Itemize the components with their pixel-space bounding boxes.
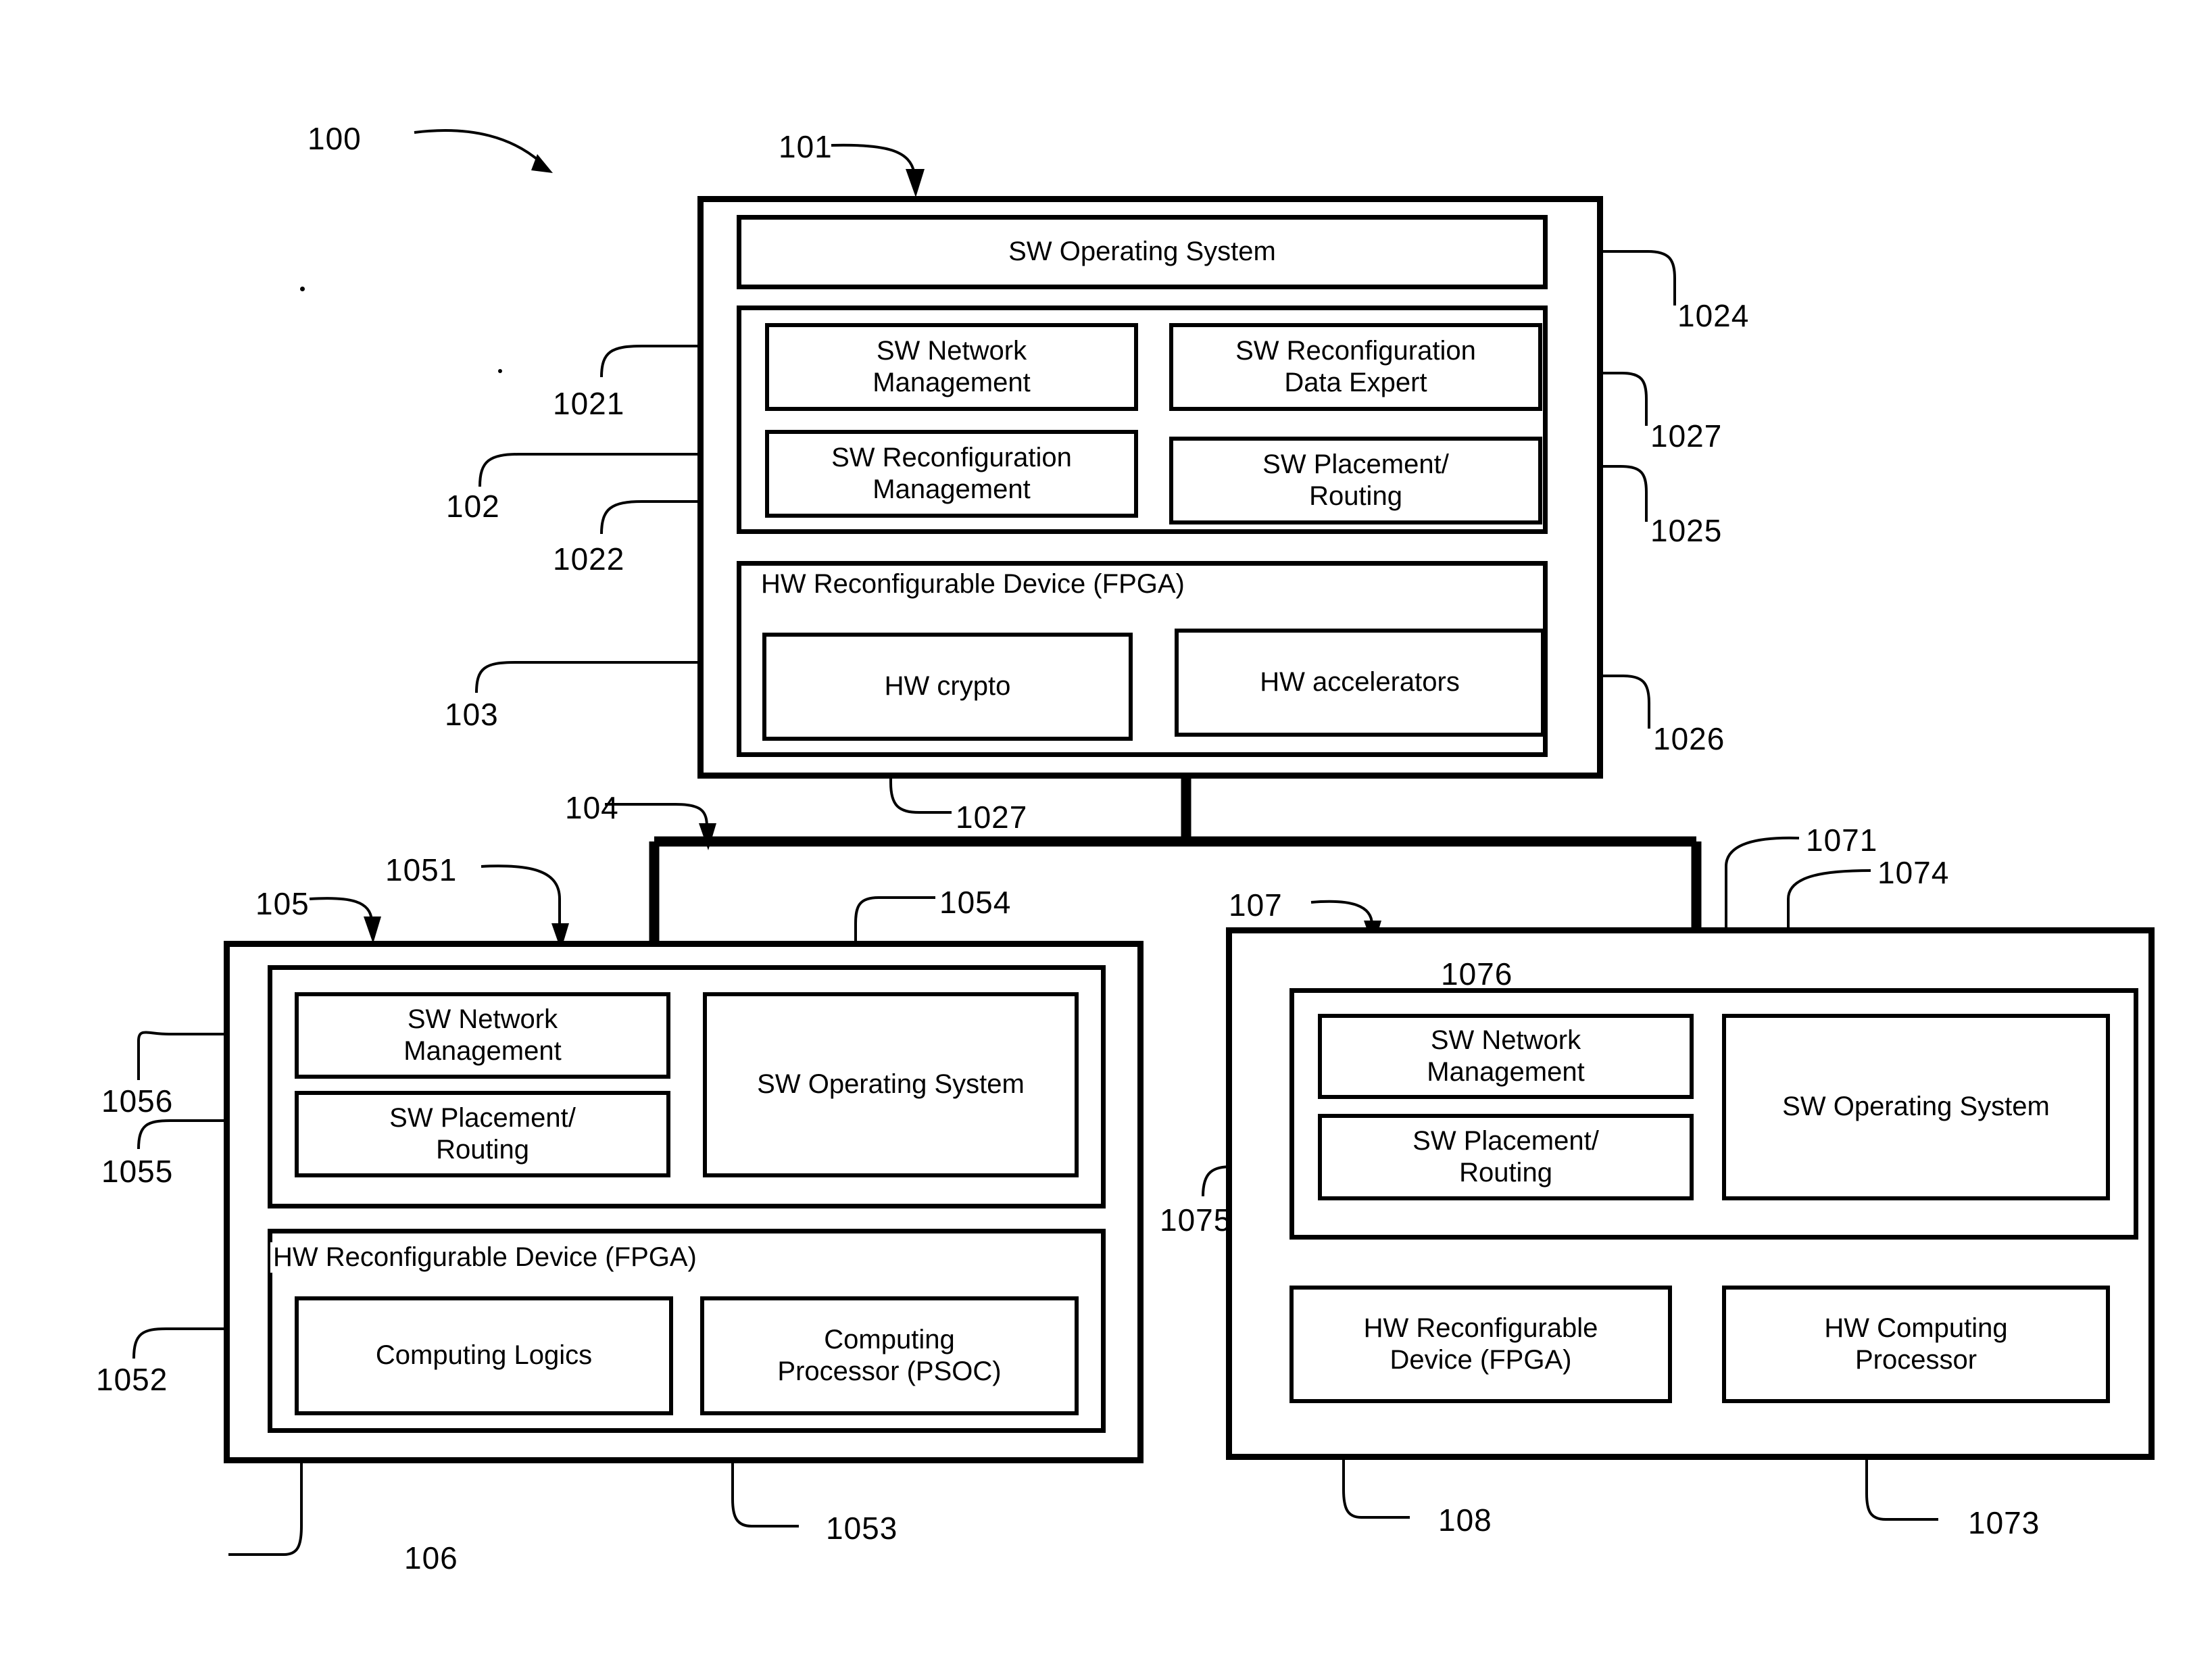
ref-107: 107 bbox=[1229, 887, 1283, 923]
ref-1022: 1022 bbox=[553, 541, 625, 577]
ref-1056: 1056 bbox=[101, 1083, 174, 1119]
left-node-hw-fpga-title: HW Reconfigurable Device (FPGA) bbox=[270, 1242, 699, 1273]
right-node-sw-network-management-label: SW Network Management bbox=[1427, 1025, 1585, 1087]
left-node-computing-processor-label: Computing Processor (PSOC) bbox=[777, 1324, 1002, 1386]
ref-100: 100 bbox=[308, 121, 362, 156]
arrowhead-105 bbox=[364, 916, 381, 944]
ref-1054: 1054 bbox=[939, 885, 1012, 920]
leader-107 bbox=[1310, 900, 1373, 925]
leader-103 bbox=[475, 661, 716, 693]
ref-1071: 1071 bbox=[1806, 823, 1878, 858]
leader-105 bbox=[309, 897, 373, 921]
ref-1074: 1074 bbox=[1877, 855, 1950, 890]
left-node-sw-placement-routing-box[interactable]: SW Placement/ Routing bbox=[295, 1091, 670, 1177]
ref-103: 103 bbox=[445, 697, 499, 732]
left-node-computing-processor-box[interactable]: Computing Processor (PSOC) bbox=[700, 1296, 1079, 1415]
ref-1076: 1076 bbox=[1441, 956, 1513, 992]
leader-1051 bbox=[481, 864, 561, 927]
master-hw-fpga-title: HW Reconfigurable Device (FPGA) bbox=[758, 569, 1187, 600]
leader-104 bbox=[605, 803, 708, 828]
right-node-sw-network-management-box[interactable]: SW Network Management bbox=[1318, 1014, 1694, 1099]
ref-101: 101 bbox=[779, 129, 833, 164]
master-hw-accelerators-label: HW accelerators bbox=[1260, 667, 1460, 698]
ref-1025: 1025 bbox=[1650, 513, 1723, 548]
ref-1075: 1075 bbox=[1160, 1202, 1232, 1238]
right-node-hw-fpga-box[interactable]: HW Reconfigurable Device (FPGA) bbox=[1289, 1286, 1672, 1403]
left-node-sw-network-management-box[interactable]: SW Network Management bbox=[295, 992, 670, 1079]
master-hw-accelerators-box[interactable]: HW accelerators bbox=[1175, 629, 1545, 737]
ref-105: 105 bbox=[255, 886, 310, 921]
leader-102 bbox=[478, 453, 716, 487]
master-hw-crypto-label: HW crypto bbox=[884, 671, 1011, 702]
master-hw-crypto-box[interactable]: HW crypto bbox=[762, 633, 1133, 741]
left-node-computing-logics-label: Computing Logics bbox=[375, 1340, 593, 1371]
right-node-sw-operating-system-box[interactable]: SW Operating System bbox=[1722, 1014, 2110, 1200]
ref-1026: 1026 bbox=[1653, 721, 1725, 756]
ref-1055: 1055 bbox=[101, 1154, 174, 1189]
left-node-sw-os-label: SW Operating System bbox=[757, 1069, 1025, 1100]
ref-108: 108 bbox=[1438, 1502, 1492, 1538]
leader-101 bbox=[831, 143, 916, 175]
ref-102: 102 bbox=[446, 489, 500, 524]
master-sw-operating-system-box[interactable]: SW Operating System bbox=[737, 215, 1548, 289]
master-sw-os-label: SW Operating System bbox=[1008, 237, 1276, 267]
master-sw-placement-routing-box[interactable]: SW Placement/ Routing bbox=[1169, 437, 1542, 524]
ref-1053: 1053 bbox=[826, 1511, 898, 1546]
arrowhead-101 bbox=[906, 169, 925, 197]
ref-106: 106 bbox=[404, 1540, 458, 1575]
ref-1051: 1051 bbox=[385, 852, 458, 887]
master-sw-network-management-label: SW Network Management bbox=[872, 335, 1031, 397]
scan-speck bbox=[300, 287, 305, 291]
right-node-hw-fpga-label: HW Reconfigurable Device (FPGA) bbox=[1363, 1313, 1598, 1375]
ref-1052: 1052 bbox=[96, 1362, 168, 1397]
scan-speck bbox=[498, 369, 502, 373]
master-sw-reconfiguration-management-box[interactable]: SW Reconfiguration Management bbox=[765, 430, 1138, 518]
figure-canvas: SW Operating System SW Network Managemen… bbox=[0, 0, 2212, 1662]
master-sw-reconfig-data-expert-label: SW Reconfiguration Data Expert bbox=[1235, 335, 1476, 397]
master-sw-reconfiguration-data-expert-box[interactable]: SW Reconfiguration Data Expert bbox=[1169, 323, 1542, 411]
left-node-sw-operating-system-box[interactable]: SW Operating System bbox=[703, 992, 1079, 1177]
master-sw-network-management-box[interactable]: SW Network Management bbox=[765, 323, 1138, 411]
arrowhead-104 bbox=[699, 823, 716, 850]
master-sw-placement-routing-label: SW Placement/ Routing bbox=[1262, 449, 1449, 511]
leader-100 bbox=[414, 128, 542, 164]
right-node-hw-computing-processor-box[interactable]: HW Computing Processor bbox=[1722, 1286, 2110, 1403]
ref-1027-crypto: 1027 bbox=[956, 800, 1028, 835]
arrowhead-100 bbox=[531, 154, 553, 173]
left-node-sw-network-management-label: SW Network Management bbox=[403, 1004, 562, 1066]
master-sw-reconfig-management-label: SW Reconfiguration Management bbox=[831, 442, 1072, 504]
ref-1073: 1073 bbox=[1968, 1505, 2040, 1540]
ref-1024: 1024 bbox=[1677, 298, 1750, 333]
right-node-sw-placement-routing-box[interactable]: SW Placement/ Routing bbox=[1318, 1114, 1694, 1200]
right-node-sw-placement-routing-label: SW Placement/ Routing bbox=[1412, 1125, 1599, 1188]
right-node-hw-computing-processor-label: HW Computing Processor bbox=[1824, 1313, 2008, 1375]
right-node-sw-os-label: SW Operating System bbox=[1782, 1092, 2050, 1122]
ref-1021: 1021 bbox=[553, 386, 625, 421]
ref-104: 104 bbox=[565, 790, 619, 825]
left-node-computing-logics-box[interactable]: Computing Logics bbox=[295, 1296, 673, 1415]
ref-1027-expert: 1027 bbox=[1650, 418, 1723, 454]
left-node-sw-placement-routing-label: SW Placement/ Routing bbox=[389, 1102, 576, 1165]
